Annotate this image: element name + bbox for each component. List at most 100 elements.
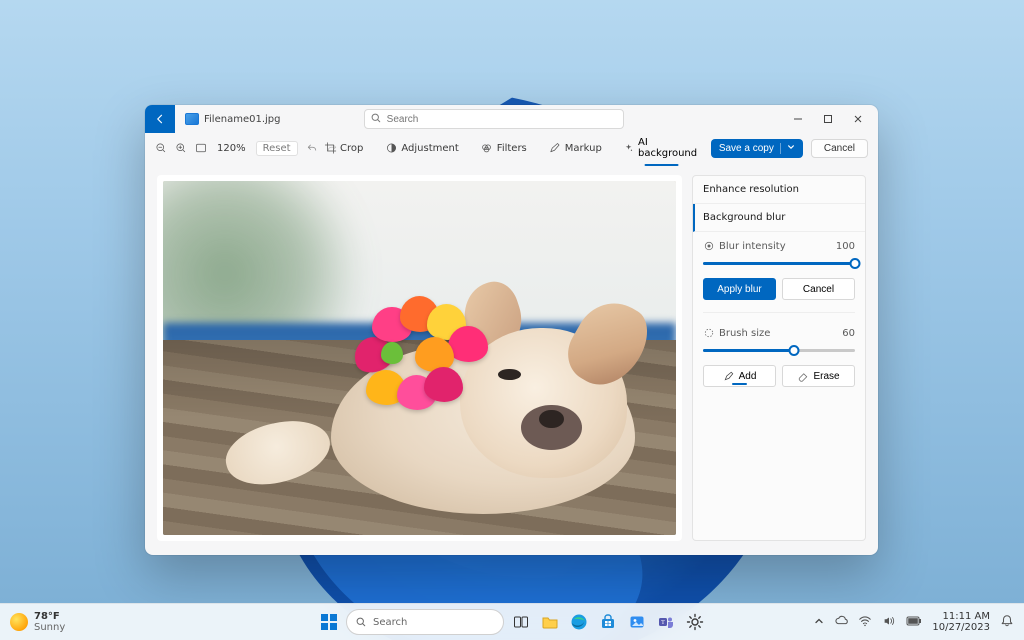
tray-battery-icon[interactable] [906,615,922,630]
tray-network-icon[interactable] [858,614,872,631]
image-file-icon [185,113,199,125]
speaker-icon [882,614,896,628]
editor-toolbar: 120% Reset Crop Adjustment Filters [145,133,878,163]
tab-markup-label: Markup [565,143,602,154]
weather-temp: 78°F [34,611,65,622]
wifi-icon [858,614,872,628]
tab-crop[interactable]: Crop [320,140,367,156]
tray-overflow-button[interactable] [814,616,824,629]
taskbar-app-photos[interactable] [625,610,649,634]
svg-text:T: T [661,620,665,626]
search-icon [355,616,367,628]
blur-icon [703,240,715,252]
pen-add-icon [723,370,735,382]
search-icon [370,112,382,124]
brush-size-icon [703,327,715,339]
blur-intensity-value: 100 [836,241,855,252]
titlebar-search[interactable] [364,109,624,129]
background-blur-section[interactable]: Background blur [693,204,865,232]
zoom-out-button[interactable] [155,142,167,154]
tray-onedrive-icon[interactable] [834,614,848,631]
adjustment-icon [385,142,397,154]
search-input[interactable] [364,109,624,129]
ai-sparkle-icon [624,142,634,154]
markup-icon [549,142,561,154]
enhance-resolution-row[interactable]: Enhance resolution [693,176,865,204]
panel-cancel-button[interactable]: Cancel [782,278,855,300]
tab-filters-label: Filters [497,143,527,154]
gear-icon [686,613,704,631]
weather-cond: Sunny [34,622,65,633]
brush-size-label: Brush size [719,328,770,339]
reset-button[interactable]: Reset [256,141,298,156]
folder-icon [541,613,559,631]
battery-icon [906,615,922,627]
start-button[interactable] [317,610,341,634]
tray-notifications-button[interactable] [1000,614,1014,631]
filename-label: Filename01.jpg [204,114,280,125]
taskbar-weather[interactable]: 78°F Sunny [10,611,65,633]
tab-filters[interactable]: Filters [477,140,531,156]
taskbar-app-explorer[interactable] [538,610,562,634]
task-view-button[interactable] [509,610,533,634]
brush-add-button[interactable]: Add [703,365,776,387]
brush-erase-label: Erase [813,371,839,382]
tab-adjustment[interactable]: Adjustment [381,140,462,156]
zoom-level[interactable]: 120% [217,143,246,154]
maximize-button[interactable] [814,108,842,130]
brush-size-value: 60 [842,328,855,339]
cloud-icon [834,614,848,628]
taskbar-search[interactable]: Search [346,609,504,635]
minimize-button[interactable] [784,108,812,130]
bg-blur-label: Background blur [703,212,785,223]
desktop: Filename01.jpg 120% Reset [0,0,1024,640]
tray-volume-icon[interactable] [882,614,896,631]
ai-background-panel: Enhance resolution Background blur Blur … [692,175,866,541]
back-button[interactable] [145,105,175,133]
tab-markup[interactable]: Markup [545,140,606,156]
tab-adjustment-label: Adjustment [401,143,458,154]
photos-app-window: Filename01.jpg 120% Reset [145,105,878,555]
close-button[interactable] [844,108,872,130]
image-canvas-frame [157,175,682,541]
title-filename: Filename01.jpg [185,113,280,125]
blur-intensity-label: Blur intensity [719,241,786,252]
taskbar-app-teams[interactable]: T [654,610,678,634]
enhance-label: Enhance resolution [703,184,799,195]
chevron-up-icon [814,616,824,626]
brush-size-slider[interactable] [703,343,855,357]
save-a-copy-button[interactable]: Save a copy [711,139,803,158]
image-canvas[interactable] [163,181,676,535]
teams-icon: T [657,613,675,631]
blur-intensity-slider[interactable] [703,256,855,270]
tab-ai-background[interactable]: AI background [620,135,703,161]
taskbar-app-settings[interactable] [683,610,707,634]
taskbar-search-label: Search [373,617,407,628]
crop-icon [324,142,336,154]
taskbar-app-store[interactable] [596,610,620,634]
task-view-icon [513,614,529,630]
tab-ai-label: AI background [638,137,699,159]
taskbar-app-edge[interactable] [567,610,591,634]
tab-crop-label: Crop [340,143,363,154]
apply-blur-button[interactable]: Apply blur [703,278,776,300]
cancel-button[interactable]: Cancel [811,139,868,158]
windows-logo-icon [320,613,338,631]
brush-erase-button[interactable]: Erase [782,365,855,387]
tray-date: 10/27/2023 [932,622,990,633]
chevron-down-icon [780,143,795,154]
save-label: Save a copy [719,143,774,154]
sun-icon [10,613,28,631]
store-icon [599,613,617,631]
tray-time: 11:11 AM [932,611,990,622]
zoom-in-button[interactable] [175,142,187,154]
arrow-left-icon [154,113,166,125]
photos-icon [628,613,646,631]
undo-button[interactable] [306,142,318,154]
filters-icon [481,142,493,154]
fit-to-window-button[interactable] [195,142,207,154]
tray-clock[interactable]: 11:11 AM 10/27/2023 [932,611,990,633]
edge-icon [570,613,588,631]
brush-add-label: Add [739,371,757,382]
titlebar: Filename01.jpg [145,105,878,133]
